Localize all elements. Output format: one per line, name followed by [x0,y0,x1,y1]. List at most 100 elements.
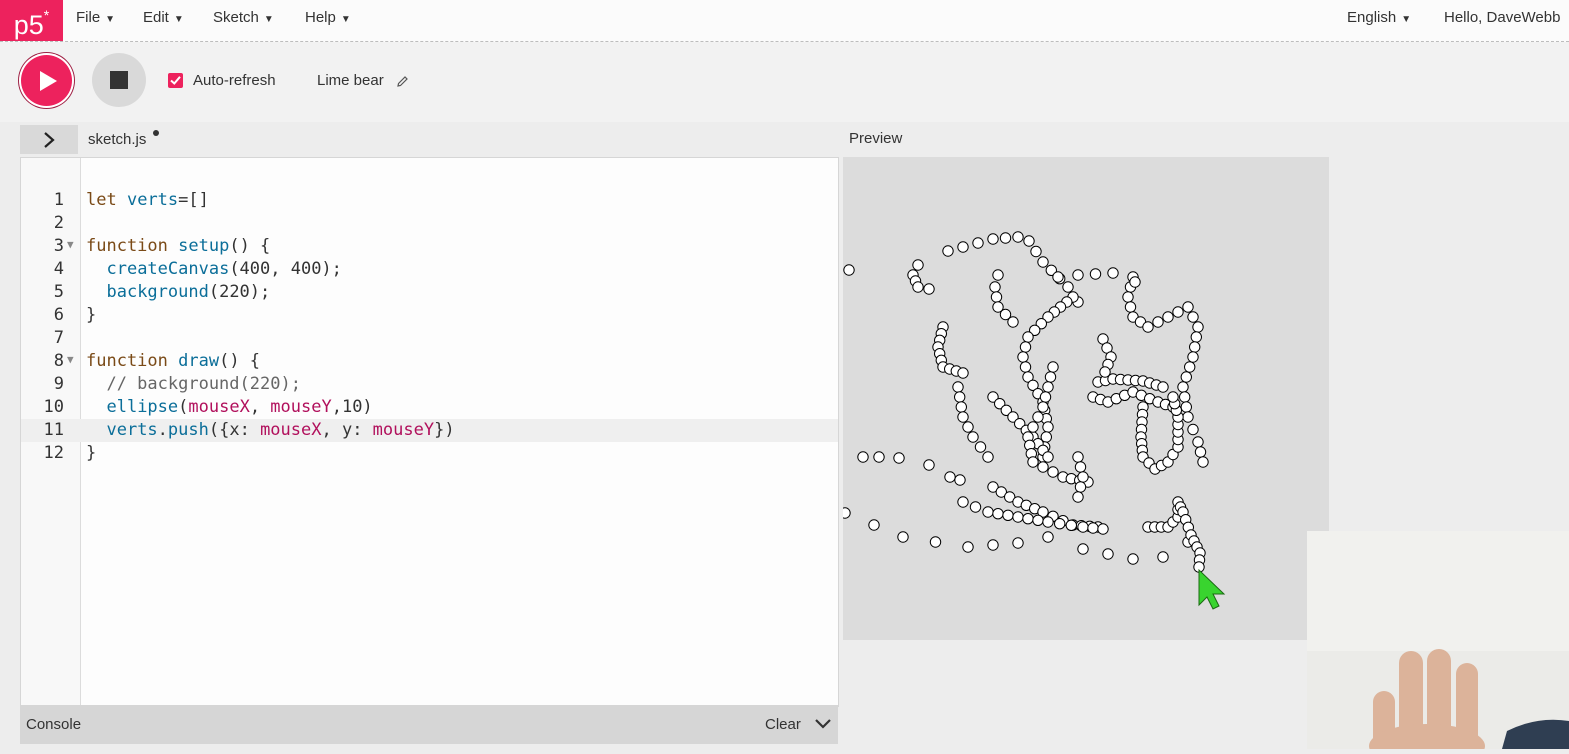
logo-text: p5 [13,10,44,40]
trail-ellipse [1192,436,1204,448]
presenter-hand-image [1307,531,1569,754]
trail-ellipse [1189,341,1201,353]
trail-ellipse [1042,381,1054,393]
trail-ellipse [1107,267,1119,279]
code-line[interactable]: 12} [21,442,838,465]
trail-ellipse [957,496,969,508]
sketch-canvas[interactable] [843,157,1329,640]
line-number: 10 [43,397,64,417]
code-line[interactable]: 4 createCanvas(400, 400); [21,258,838,281]
sidebar-toggle-button[interactable] [20,125,78,154]
trail-ellipse [1042,451,1054,463]
auto-refresh-checkbox[interactable] [168,73,183,88]
trail-ellipse [1157,381,1169,393]
console-bar: Console Clear [20,705,838,744]
line-number: 3 [53,236,64,256]
code-text: let verts=[] [86,190,209,210]
line-number: 5 [53,282,64,302]
trail-ellipse [957,411,969,423]
menu-edit[interactable]: Edit ▼ [143,0,184,41]
cursor-arrow-icon [1198,568,1226,610]
language-menu[interactable]: English ▼ [1347,0,1411,41]
chevron-down-icon[interactable] [815,718,831,730]
code-line[interactable]: 8 ▼ function draw() { [21,350,838,373]
trail-ellipse [1102,548,1114,560]
language-label: English [1347,9,1397,26]
user-greeting: Hello, DaveWebb [1444,9,1561,26]
menu-file-label: File [76,9,101,26]
trail-ellipse [1077,543,1089,555]
trail-ellipse [1157,551,1169,563]
line-number: 9 [53,374,64,394]
code-line[interactable]: 11 verts.push({x: mouseX, y: mouseY}) [21,419,838,442]
sketch-name[interactable]: Lime bear [317,72,384,89]
caret-down-icon: ▼ [105,14,116,25]
code-line[interactable]: 2 [21,212,838,235]
code-editor[interactable]: 1 let verts=[] 2 3 ▼ function setup() {4 crea… [20,157,839,707]
trail-ellipse [1177,381,1189,393]
code-line[interactable]: 3 ▼ function setup() { [21,235,838,258]
trail-ellipse [987,233,999,245]
trail-ellipse [982,506,994,518]
trail-ellipse [912,281,924,293]
trail-ellipse [944,471,956,483]
trail-ellipse [989,281,1001,293]
trail-ellipse [972,237,984,249]
trail-ellipse [1072,491,1084,503]
line-number: 6 [53,305,64,325]
stop-button[interactable] [92,53,146,107]
code-line[interactable]: 5 background(220); [21,281,838,304]
fold-arrow-icon[interactable]: ▼ [67,348,74,371]
trail-ellipse [923,283,935,295]
console-label: Console [26,716,82,733]
trail-ellipse [1017,351,1029,363]
pencil-icon[interactable] [396,75,409,88]
trail-ellipse [990,291,1003,303]
trail-ellipse [1037,256,1049,268]
caret-down-icon: ▼ [1401,14,1412,25]
code-line[interactable]: 7 [21,327,838,350]
trail-ellipse [1072,269,1084,281]
menu-sketch[interactable]: Sketch ▼ [213,0,274,41]
trail-ellipse [1037,401,1049,413]
canvas-drawing [843,231,1226,610]
caret-down-icon: ▼ [173,14,184,25]
trail-ellipse [1047,361,1059,373]
trail-ellipse [1074,461,1087,473]
menu-help-label: Help [305,9,336,26]
trail-ellipse [912,259,924,271]
code-text: createCanvas(400, 400); [106,259,342,279]
console-clear-button[interactable]: Clear [765,705,801,744]
menu-edit-label: Edit [143,9,169,26]
trail-ellipse [1162,311,1174,323]
trail-ellipse [1072,451,1084,463]
trail-ellipse [843,264,855,276]
code-line[interactable]: 10 ellipse(mouseX, mouseY,10) [21,396,838,419]
trail-ellipse [957,367,969,379]
trail-ellipse [987,539,999,551]
code-line[interactable]: 1 let verts=[] [21,189,838,212]
p5-logo[interactable]: p5* [0,0,63,41]
line-number: 7 [53,328,64,348]
menu-file[interactable]: File ▼ [76,0,115,41]
menu-help[interactable]: Help ▼ [305,0,351,41]
trail-ellipse [868,519,880,531]
fold-arrow-icon[interactable]: ▼ [67,233,74,256]
code-line[interactable]: 6} [21,304,838,327]
trail-ellipse [1194,446,1207,458]
play-button[interactable] [19,53,74,108]
code-text: background(220); [106,282,271,302]
trail-ellipse [1042,421,1054,433]
trail-ellipse [1129,276,1141,288]
code-line[interactable]: 9 // background(220); [21,373,838,396]
trail-ellipse [942,245,954,257]
line-number: 8 [53,351,64,371]
trail-ellipse [843,507,851,519]
menu-sketch-label: Sketch [213,9,259,26]
file-tab-sketch-js[interactable]: sketch.js [88,131,146,148]
trail-ellipse [929,536,942,548]
trail-ellipse [1012,537,1024,549]
trail-ellipse [1180,371,1192,383]
trail-ellipse [1054,518,1066,530]
user-menu[interactable]: Hello, DaveWebb [1444,0,1560,41]
